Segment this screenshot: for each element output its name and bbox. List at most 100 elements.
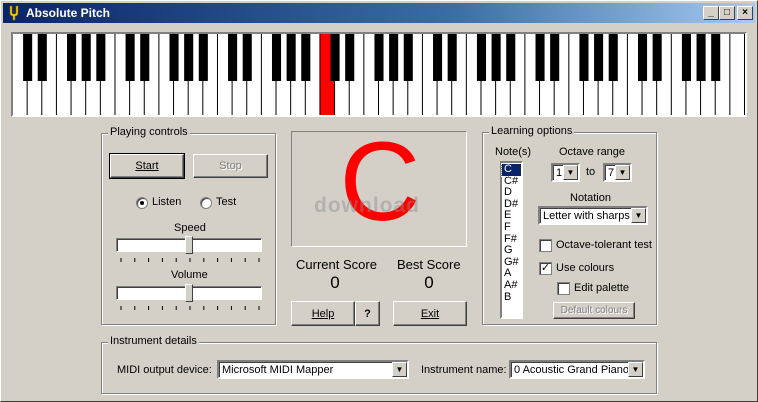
- use-colours-checkbox[interactable]: ✓: [539, 262, 552, 275]
- best-score-label: Best Score: [397, 257, 461, 272]
- piano-black-key[interactable]: [711, 34, 721, 81]
- title-bar[interactable]: Absolute Pitch _ □ ×: [3, 3, 755, 23]
- help-button[interactable]: Help: [291, 301, 355, 326]
- note-list-item[interactable]: A#: [502, 279, 521, 292]
- instrument-details-group: Instrument details MIDI output device: M…: [101, 335, 657, 394]
- piano-black-key[interactable]: [169, 34, 179, 81]
- piano-black-key[interactable]: [345, 34, 355, 81]
- instrument-name-value: 0 Acoustic Grand Piano: [514, 364, 629, 376]
- use-colours-label[interactable]: Use colours: [556, 262, 614, 274]
- default-colours-label: Default colours: [560, 305, 628, 316]
- close-button[interactable]: ×: [737, 6, 753, 20]
- learning-options-group: Learning options Note(s) C C# D D# E F F# G G# A A…: [482, 125, 657, 325]
- piano-black-key[interactable]: [491, 34, 501, 81]
- piano-keyboard[interactable]: [11, 32, 747, 117]
- piano-black-key[interactable]: [476, 34, 487, 81]
- notes-listbox[interactable]: C C# D D# E F F# G G# A A# B: [500, 161, 523, 319]
- piano-black-key[interactable]: [330, 34, 340, 81]
- notation-select[interactable]: Letter with sharps ▼: [538, 206, 648, 225]
- midi-output-label: MIDI output device:: [117, 364, 212, 376]
- window-title: Absolute Pitch: [26, 6, 111, 20]
- piano-black-key[interactable]: [37, 34, 47, 81]
- piano-black-key[interactable]: [550, 34, 560, 81]
- piano-black-key[interactable]: [652, 34, 662, 81]
- app-window: Absolute Pitch _ □ × Playing controls St…: [0, 0, 758, 402]
- question-button[interactable]: ?: [355, 301, 380, 326]
- octave-range-label: Octave range: [559, 146, 626, 158]
- speed-ticks: [120, 258, 260, 262]
- piano-black-key[interactable]: [242, 34, 252, 81]
- question-label: ?: [364, 307, 371, 320]
- instrument-details-title: Instrument details: [108, 335, 199, 347]
- midi-output-value: Microsoft MIDI Mapper: [222, 364, 334, 376]
- default-colours-button: Default colours: [553, 302, 635, 319]
- piano-black-key[interactable]: [67, 34, 77, 81]
- piano-black-key[interactable]: [23, 34, 33, 81]
- stop-label: Stop: [219, 160, 242, 172]
- octave-to-select[interactable]: 7 ▼: [603, 163, 632, 182]
- minimize-button[interactable]: _: [703, 6, 719, 20]
- notation-value: Letter with sharps: [543, 210, 630, 222]
- start-button[interactable]: Start: [109, 153, 185, 179]
- midi-output-select[interactable]: Microsoft MIDI Mapper ▼: [217, 360, 409, 379]
- edit-palette-label[interactable]: Edit palette: [574, 282, 629, 294]
- piano-black-key[interactable]: [96, 34, 106, 81]
- octave-to-label: to: [586, 166, 596, 178]
- piano-black-key[interactable]: [403, 34, 413, 81]
- octave-from-value: 1: [556, 167, 563, 179]
- piano-black-key[interactable]: [447, 34, 457, 81]
- piano-black-key[interactable]: [81, 34, 91, 81]
- piano-black-key[interactable]: [506, 34, 516, 81]
- piano-black-key[interactable]: [594, 34, 604, 81]
- edit-palette-checkbox[interactable]: [557, 282, 570, 295]
- piano-black-key[interactable]: [637, 34, 648, 81]
- piano-black-key[interactable]: [433, 34, 443, 81]
- piano-black-key[interactable]: [535, 34, 545, 81]
- octave-tolerant-checkbox[interactable]: [539, 239, 552, 252]
- piano-white-key[interactable]: [730, 34, 744, 115]
- octave-from-select[interactable]: 1 ▼: [551, 163, 580, 182]
- piano-black-key[interactable]: [301, 34, 311, 81]
- piano-black-key[interactable]: [696, 34, 706, 81]
- note-list-item[interactable]: B: [502, 291, 521, 304]
- note-list-item[interactable]: F: [502, 221, 521, 234]
- instrument-name-select[interactable]: 0 Acoustic Grand Piano ▼: [509, 360, 645, 379]
- start-label: Start: [135, 160, 159, 172]
- test-radio[interactable]: [200, 197, 212, 209]
- watermark-text: download: [314, 194, 420, 217]
- piano-black-key[interactable]: [184, 34, 194, 81]
- best-score-value: 0: [424, 273, 434, 292]
- piano-keys[interactable]: [13, 34, 745, 115]
- learning-options-title: Learning options: [489, 125, 575, 137]
- piano-black-key[interactable]: [389, 34, 399, 81]
- volume-slider-thumb[interactable]: [185, 284, 193, 302]
- piano-black-key[interactable]: [271, 34, 282, 81]
- piano-black-key[interactable]: [579, 34, 589, 81]
- instrument-name-label: Instrument name:: [421, 364, 507, 376]
- piano-black-key[interactable]: [125, 34, 135, 81]
- piano-black-key[interactable]: [228, 34, 238, 81]
- piano-black-key[interactable]: [608, 34, 618, 81]
- listen-radio[interactable]: [136, 197, 148, 209]
- listen-label[interactable]: Listen: [152, 196, 181, 208]
- note-display-panel: C download: [291, 126, 467, 247]
- exit-label: Exit: [420, 307, 440, 320]
- piano-black-key[interactable]: [198, 34, 208, 81]
- octave-tolerant-label[interactable]: Octave-tolerant test: [556, 239, 652, 251]
- exit-button[interactable]: Exit: [393, 301, 467, 326]
- current-score-label: Current Score: [296, 257, 377, 272]
- chevron-down-icon: ▼: [392, 362, 407, 377]
- piano-black-key[interactable]: [374, 34, 384, 81]
- test-label[interactable]: Test: [216, 196, 236, 208]
- stop-button: Stop: [193, 154, 268, 178]
- note-list-item[interactable]: C: [501, 163, 522, 177]
- piano-black-key[interactable]: [681, 34, 691, 81]
- chevron-down-icon: ▼: [631, 208, 646, 223]
- speed-slider-thumb[interactable]: [185, 236, 193, 254]
- note-list-item[interactable]: G: [502, 245, 521, 257]
- piano-black-key[interactable]: [140, 34, 150, 81]
- chevron-down-icon: ▼: [628, 362, 643, 377]
- help-label: Help: [311, 307, 335, 320]
- maximize-button[interactable]: □: [719, 6, 735, 20]
- piano-black-key[interactable]: [286, 34, 296, 81]
